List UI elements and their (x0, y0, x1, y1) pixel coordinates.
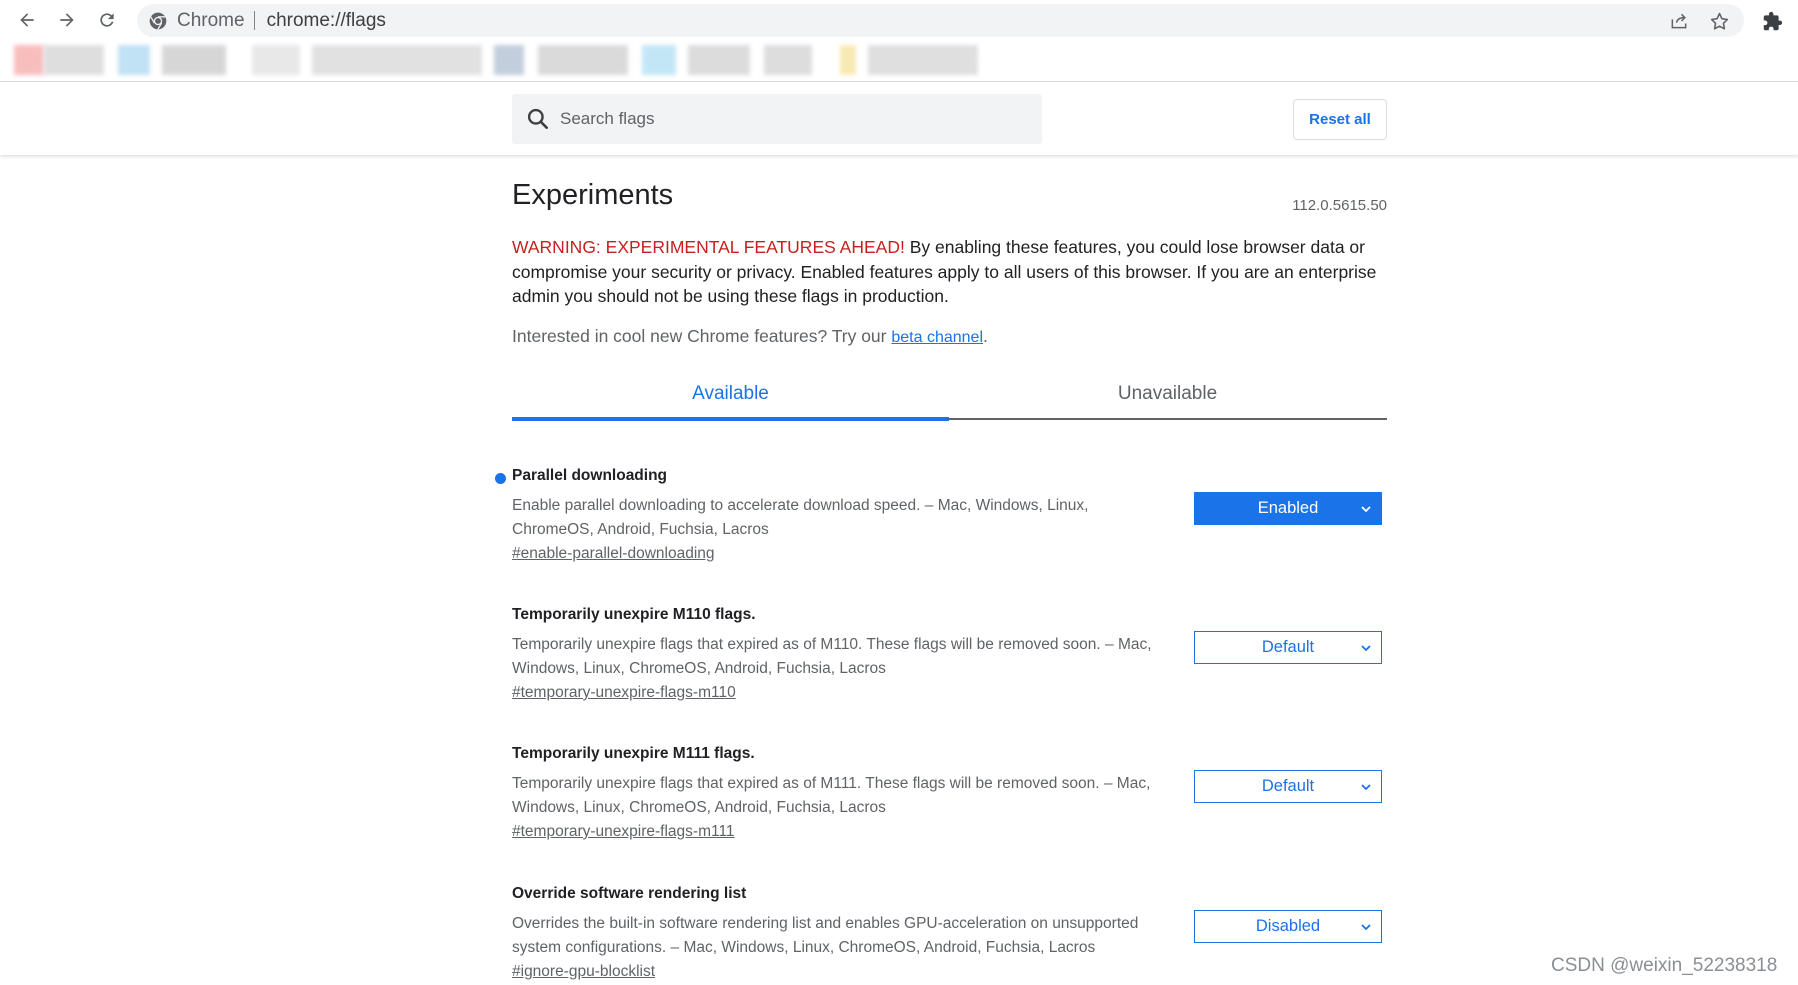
flag-description: Enable parallel downloading to accelerat… (512, 497, 1089, 538)
version-label: 112.0.5615.50 (1292, 197, 1387, 214)
beta-channel-note: Interested in cool new Chrome features? … (512, 326, 988, 347)
flag-state-value: Disabled (1255, 917, 1321, 935)
tab-unavailable[interactable]: Unavailable (949, 370, 1386, 418)
flag-item-parallel-downloading: Parallel downloading Enable parallel dow… (495, 467, 1387, 562)
bookmark-item[interactable] (312, 45, 482, 75)
flag-item-ignore-gpu-blocklist: Override software rendering list Overrid… (512, 885, 1387, 980)
flags-header: Reset all (0, 83, 1798, 155)
reload-button[interactable] (93, 6, 121, 34)
title-row: Experiments 112.0.5615.50 (512, 179, 1387, 214)
reset-all-button[interactable]: Reset all (1293, 99, 1387, 140)
browser-toolbar: Chrome chrome://flags (0, 0, 1798, 40)
bookmark-item[interactable] (840, 45, 856, 75)
bookmark-item[interactable] (44, 45, 104, 75)
beta-suffix: . (983, 326, 988, 346)
forward-button[interactable] (53, 6, 81, 34)
beta-channel-link[interactable]: beta channel (891, 329, 983, 346)
bookmark-item[interactable] (14, 45, 44, 75)
active-tab-indicator (512, 417, 949, 421)
flag-state-select[interactable]: Default (1194, 631, 1382, 664)
arrow-right-icon (60, 13, 74, 27)
flag-state-value: Default (1261, 638, 1315, 656)
bookmarks-bar (0, 40, 1798, 82)
chevron-down-icon (1361, 784, 1371, 791)
flag-description: Temporarily unexpire flags that expired … (512, 775, 1151, 816)
modified-indicator-dot (495, 473, 506, 484)
search-icon (527, 108, 548, 129)
bookmark-item[interactable] (538, 45, 628, 75)
chevron-down-icon (1361, 645, 1371, 652)
page-title: Experiments (512, 179, 674, 211)
beta-prefix: Interested in cool new Chrome features? … (512, 326, 892, 346)
omnibox-separator (253, 11, 255, 30)
tab-bar: Available Unavailable (512, 370, 1387, 421)
back-button[interactable] (13, 6, 41, 34)
bookmark-item[interactable] (642, 45, 676, 75)
bookmark-item[interactable] (252, 45, 300, 75)
flag-title: Override software rendering list (512, 885, 747, 902)
site-name: Chrome (177, 9, 245, 31)
tab-available[interactable]: Available (512, 370, 949, 418)
flag-state-select[interactable]: Enabled (1194, 492, 1382, 525)
extensions-button[interactable] (1759, 8, 1785, 34)
chevron-down-icon (1361, 506, 1371, 513)
flag-title: Temporarily unexpire M111 flags. (512, 745, 755, 762)
flag-title: Temporarily unexpire M110 flags. (512, 606, 756, 623)
url-text[interactable]: chrome://flags (267, 10, 386, 32)
search-box[interactable] (512, 94, 1042, 144)
bookmark-item[interactable] (688, 45, 750, 75)
warning-message: WARNING: EXPERIMENTAL FEATURES AHEAD! By… (512, 235, 1387, 309)
share-button[interactable] (1667, 9, 1691, 33)
share-icon (1671, 13, 1687, 29)
bookmark-star-button[interactable] (1707, 9, 1731, 33)
flag-permalink[interactable]: #ignore-gpu-blocklist (512, 963, 655, 981)
omnibox[interactable]: Chrome chrome://flags (137, 4, 1744, 37)
flag-description: Temporarily unexpire flags that expired … (512, 636, 1152, 677)
bookmark-item[interactable] (494, 45, 524, 75)
flag-state-select[interactable]: Disabled (1194, 910, 1382, 943)
search-input[interactable] (560, 109, 1000, 129)
puzzle-icon (1763, 11, 1782, 30)
bookmark-item[interactable] (868, 45, 978, 75)
star-icon (1710, 12, 1728, 30)
bookmark-item[interactable] (764, 45, 812, 75)
chevron-down-icon (1361, 924, 1371, 931)
reload-icon (100, 13, 114, 27)
bookmark-item[interactable] (162, 45, 226, 75)
arrow-left-icon (20, 13, 34, 27)
warning-label: WARNING: EXPERIMENTAL FEATURES AHEAD! (512, 237, 905, 257)
flag-item-unexpire-m110: Temporarily unexpire M110 flags. Tempora… (512, 606, 1387, 701)
flag-description: Overrides the built-in software renderin… (512, 915, 1139, 956)
flag-state-select[interactable]: Default (1194, 770, 1382, 803)
chrome-logo-icon (149, 12, 167, 30)
flag-permalink[interactable]: #enable-parallel-downloading (512, 545, 715, 563)
flag-state-value: Default (1261, 777, 1315, 795)
flag-state-value: Enabled (1257, 499, 1319, 517)
flag-permalink[interactable]: #temporary-unexpire-flags-m111 (512, 823, 735, 841)
bookmark-item[interactable] (118, 45, 150, 75)
flag-title: Parallel downloading (512, 467, 668, 484)
flag-permalink[interactable]: #temporary-unexpire-flags-m110 (512, 684, 736, 702)
flag-item-unexpire-m111: Temporarily unexpire M111 flags. Tempora… (512, 745, 1387, 840)
watermark-text: CSDN @weixin_52238318 (1551, 955, 1778, 976)
